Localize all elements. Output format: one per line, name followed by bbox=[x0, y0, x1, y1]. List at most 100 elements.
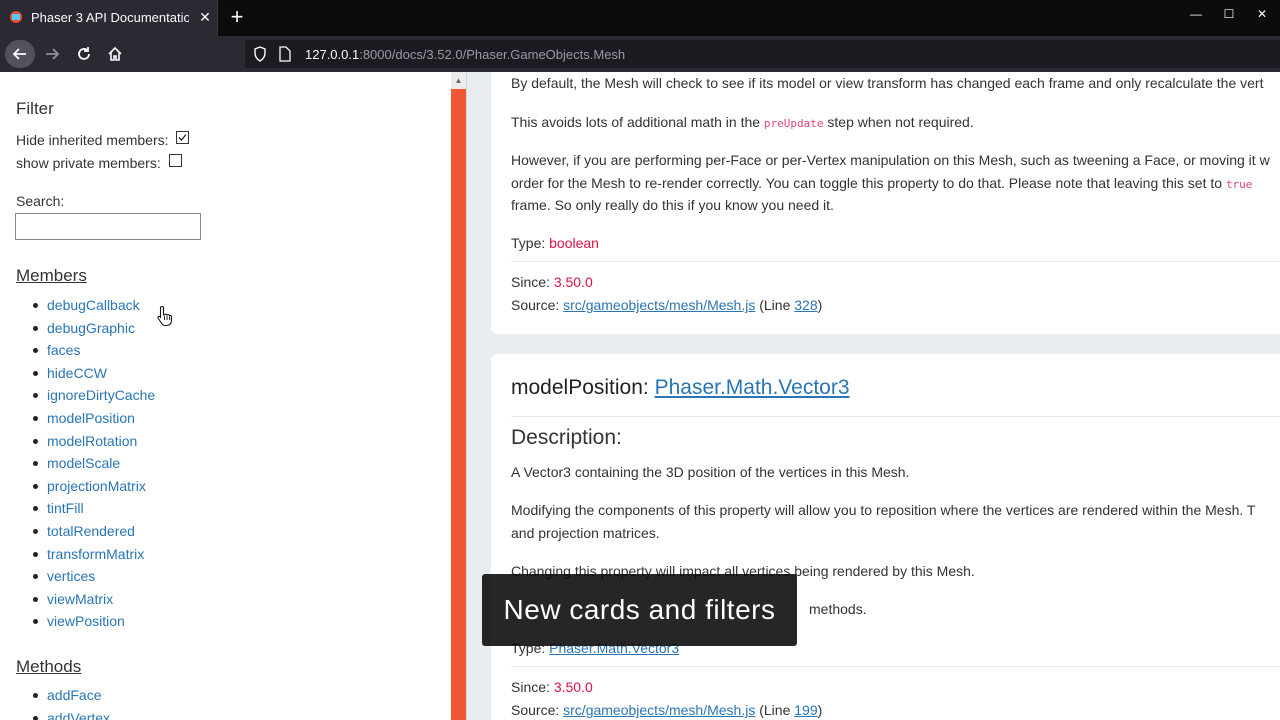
description-heading: Description: bbox=[511, 426, 622, 449]
member-link[interactable]: transformMatrix bbox=[47, 546, 144, 562]
member-item[interactable]: viewMatrix bbox=[33, 591, 155, 614]
window-minimize-button[interactable]: — bbox=[1182, 3, 1210, 25]
home-button[interactable] bbox=[100, 40, 130, 68]
forward-button[interactable] bbox=[37, 40, 67, 68]
method-link[interactable]: addVertex bbox=[47, 710, 110, 720]
card1-text-line: order for the Mesh to re-render correctl… bbox=[511, 175, 1252, 191]
divider bbox=[511, 666, 1280, 667]
source-label: Source: bbox=[511, 702, 564, 718]
divider bbox=[511, 261, 1280, 262]
member-item[interactable]: debugGraphic bbox=[33, 320, 155, 343]
member-item[interactable]: vertices bbox=[33, 568, 155, 591]
member-link[interactable]: ignoreDirtyCache bbox=[47, 387, 155, 403]
page-icon[interactable] bbox=[279, 46, 291, 62]
shield-icon[interactable] bbox=[253, 46, 267, 62]
method-item[interactable]: addVertex bbox=[33, 710, 110, 720]
card2-text-line: and projection matrices. bbox=[511, 525, 660, 541]
method-link[interactable]: addFace bbox=[47, 687, 101, 703]
card2-text-line: Modifying the components of this propert… bbox=[511, 502, 1256, 518]
member-item[interactable]: transformMatrix bbox=[33, 546, 155, 569]
source-file-link[interactable]: src/gameobjects/mesh/Mesh.js bbox=[563, 702, 755, 718]
member-link[interactable]: projectionMatrix bbox=[47, 478, 146, 494]
card1-text-line: However, if you are performing per-Face … bbox=[511, 152, 1270, 168]
scroll-up-icon[interactable]: ▲ bbox=[451, 72, 466, 89]
type-row: Type: boolean bbox=[511, 235, 599, 251]
type-value: boolean bbox=[549, 235, 599, 251]
member-link[interactable]: debugCallback bbox=[47, 297, 140, 313]
member-title: modelPosition: Phaser.Math.Vector3 bbox=[511, 376, 850, 400]
member-item[interactable]: modelScale bbox=[33, 455, 155, 478]
member-link[interactable]: viewPosition bbox=[47, 613, 125, 629]
member-link[interactable]: modelRotation bbox=[47, 433, 137, 449]
since-value: 3.50.0 bbox=[553, 679, 593, 695]
member-item[interactable]: totalRendered bbox=[33, 523, 155, 546]
member-link[interactable]: vertices bbox=[47, 568, 95, 584]
member-link[interactable]: modelScale bbox=[47, 455, 120, 471]
new-tab-button[interactable]: + bbox=[226, 6, 248, 28]
search-label: Search: bbox=[16, 193, 65, 209]
window-close-button[interactable]: ✕ bbox=[1248, 3, 1276, 25]
member-name: modelPosition: bbox=[511, 376, 655, 399]
url-path: :8000/docs/3.52.0/Phaser.GameObjects.Mes… bbox=[359, 47, 626, 62]
members-heading[interactable]: Members bbox=[16, 266, 87, 286]
card2-text-line: methods. bbox=[809, 601, 867, 617]
methods-list: addFace addVertex bbox=[33, 687, 110, 720]
method-item[interactable]: addFace bbox=[33, 687, 110, 710]
type-label: Type: bbox=[511, 235, 550, 251]
reload-button[interactable] bbox=[69, 40, 99, 68]
show-private-row: show private members: bbox=[16, 154, 182, 171]
member-item[interactable]: modelPosition bbox=[33, 410, 155, 433]
reload-icon bbox=[78, 47, 90, 60]
source-line-link[interactable]: 328 bbox=[794, 297, 817, 313]
source-line-post: ) bbox=[817, 702, 823, 718]
home-icon bbox=[108, 46, 122, 61]
methods-heading[interactable]: Methods bbox=[16, 657, 81, 677]
member-link[interactable]: faces bbox=[47, 342, 80, 358]
member-link[interactable]: modelPosition bbox=[47, 410, 135, 426]
source-row: Source: src/gameobjects/mesh/Mesh.js (Li… bbox=[511, 702, 822, 718]
member-link[interactable]: debugGraphic bbox=[47, 320, 135, 336]
member-item[interactable]: faces bbox=[33, 342, 155, 365]
source-file-link[interactable]: src/gameobjects/mesh/Mesh.js bbox=[563, 297, 755, 313]
card1-text: order for the Mesh to re-render correctl… bbox=[511, 175, 1226, 191]
show-private-checkbox[interactable] bbox=[168, 154, 182, 167]
card1-text-line: This avoids lots of additional math in t… bbox=[511, 114, 974, 130]
browser-tab[interactable]: Phaser 3 API Documentation - Ga ✕ bbox=[0, 0, 218, 36]
hand-cursor-icon bbox=[157, 305, 172, 327]
member-link[interactable]: tintFill bbox=[47, 500, 84, 516]
member-link[interactable]: totalRendered bbox=[47, 523, 135, 539]
close-tab-icon[interactable]: ✕ bbox=[196, 8, 214, 26]
scrollbar[interactable]: ▲ bbox=[451, 72, 466, 720]
window-maximize-button[interactable]: ☐ bbox=[1215, 3, 1243, 25]
back-button[interactable] bbox=[5, 40, 35, 68]
source-row: Source: src/gameobjects/mesh/Mesh.js (Li… bbox=[511, 297, 822, 313]
code-snippet: true bbox=[1225, 178, 1253, 191]
card2-text-line: A Vector3 containing the 3D position of … bbox=[511, 464, 910, 480]
card1-text: step when not required. bbox=[823, 114, 974, 130]
source-line-link[interactable]: 199 bbox=[794, 702, 817, 718]
since-label: Since: bbox=[511, 679, 554, 695]
member-link[interactable]: viewMatrix bbox=[47, 591, 113, 607]
member-item[interactable]: viewPosition bbox=[33, 613, 155, 636]
member-type-link[interactable]: Phaser.Math.Vector3 bbox=[655, 376, 850, 399]
since-value: 3.50.0 bbox=[553, 274, 593, 290]
member-item[interactable]: tintFill bbox=[33, 500, 155, 523]
member-item[interactable]: projectionMatrix bbox=[33, 478, 155, 501]
member-item[interactable]: hideCCW bbox=[33, 365, 155, 388]
member-card-modelPosition: modelPosition: Phaser.Math.Vector3 Descr… bbox=[491, 354, 1280, 720]
search-input[interactable] bbox=[15, 213, 201, 240]
member-item[interactable]: modelRotation bbox=[33, 433, 155, 456]
url-bar[interactable]: 127.0.0.1:8000/docs/3.52.0/Phaser.GameOb… bbox=[245, 40, 1280, 68]
members-list: debugCallback debugGraphic faces hideCCW… bbox=[33, 297, 155, 636]
url-host: 127.0.0.1 bbox=[305, 47, 360, 62]
hide-inherited-checkbox[interactable] bbox=[176, 131, 190, 144]
hide-inherited-label: Hide inherited members: bbox=[16, 132, 169, 148]
hide-inherited-row: Hide inherited members: bbox=[16, 131, 190, 148]
member-item[interactable]: debugCallback bbox=[33, 297, 155, 320]
source-line-post: ) bbox=[817, 297, 823, 313]
member-link[interactable]: hideCCW bbox=[47, 365, 107, 381]
url-text[interactable]: 127.0.0.1:8000/docs/3.52.0/Phaser.GameOb… bbox=[305, 47, 625, 62]
since-row: Since: 3.50.0 bbox=[511, 679, 593, 695]
member-item[interactable]: ignoreDirtyCache bbox=[33, 387, 155, 410]
card1-text-line: frame. So only really do this if you kno… bbox=[511, 197, 834, 213]
